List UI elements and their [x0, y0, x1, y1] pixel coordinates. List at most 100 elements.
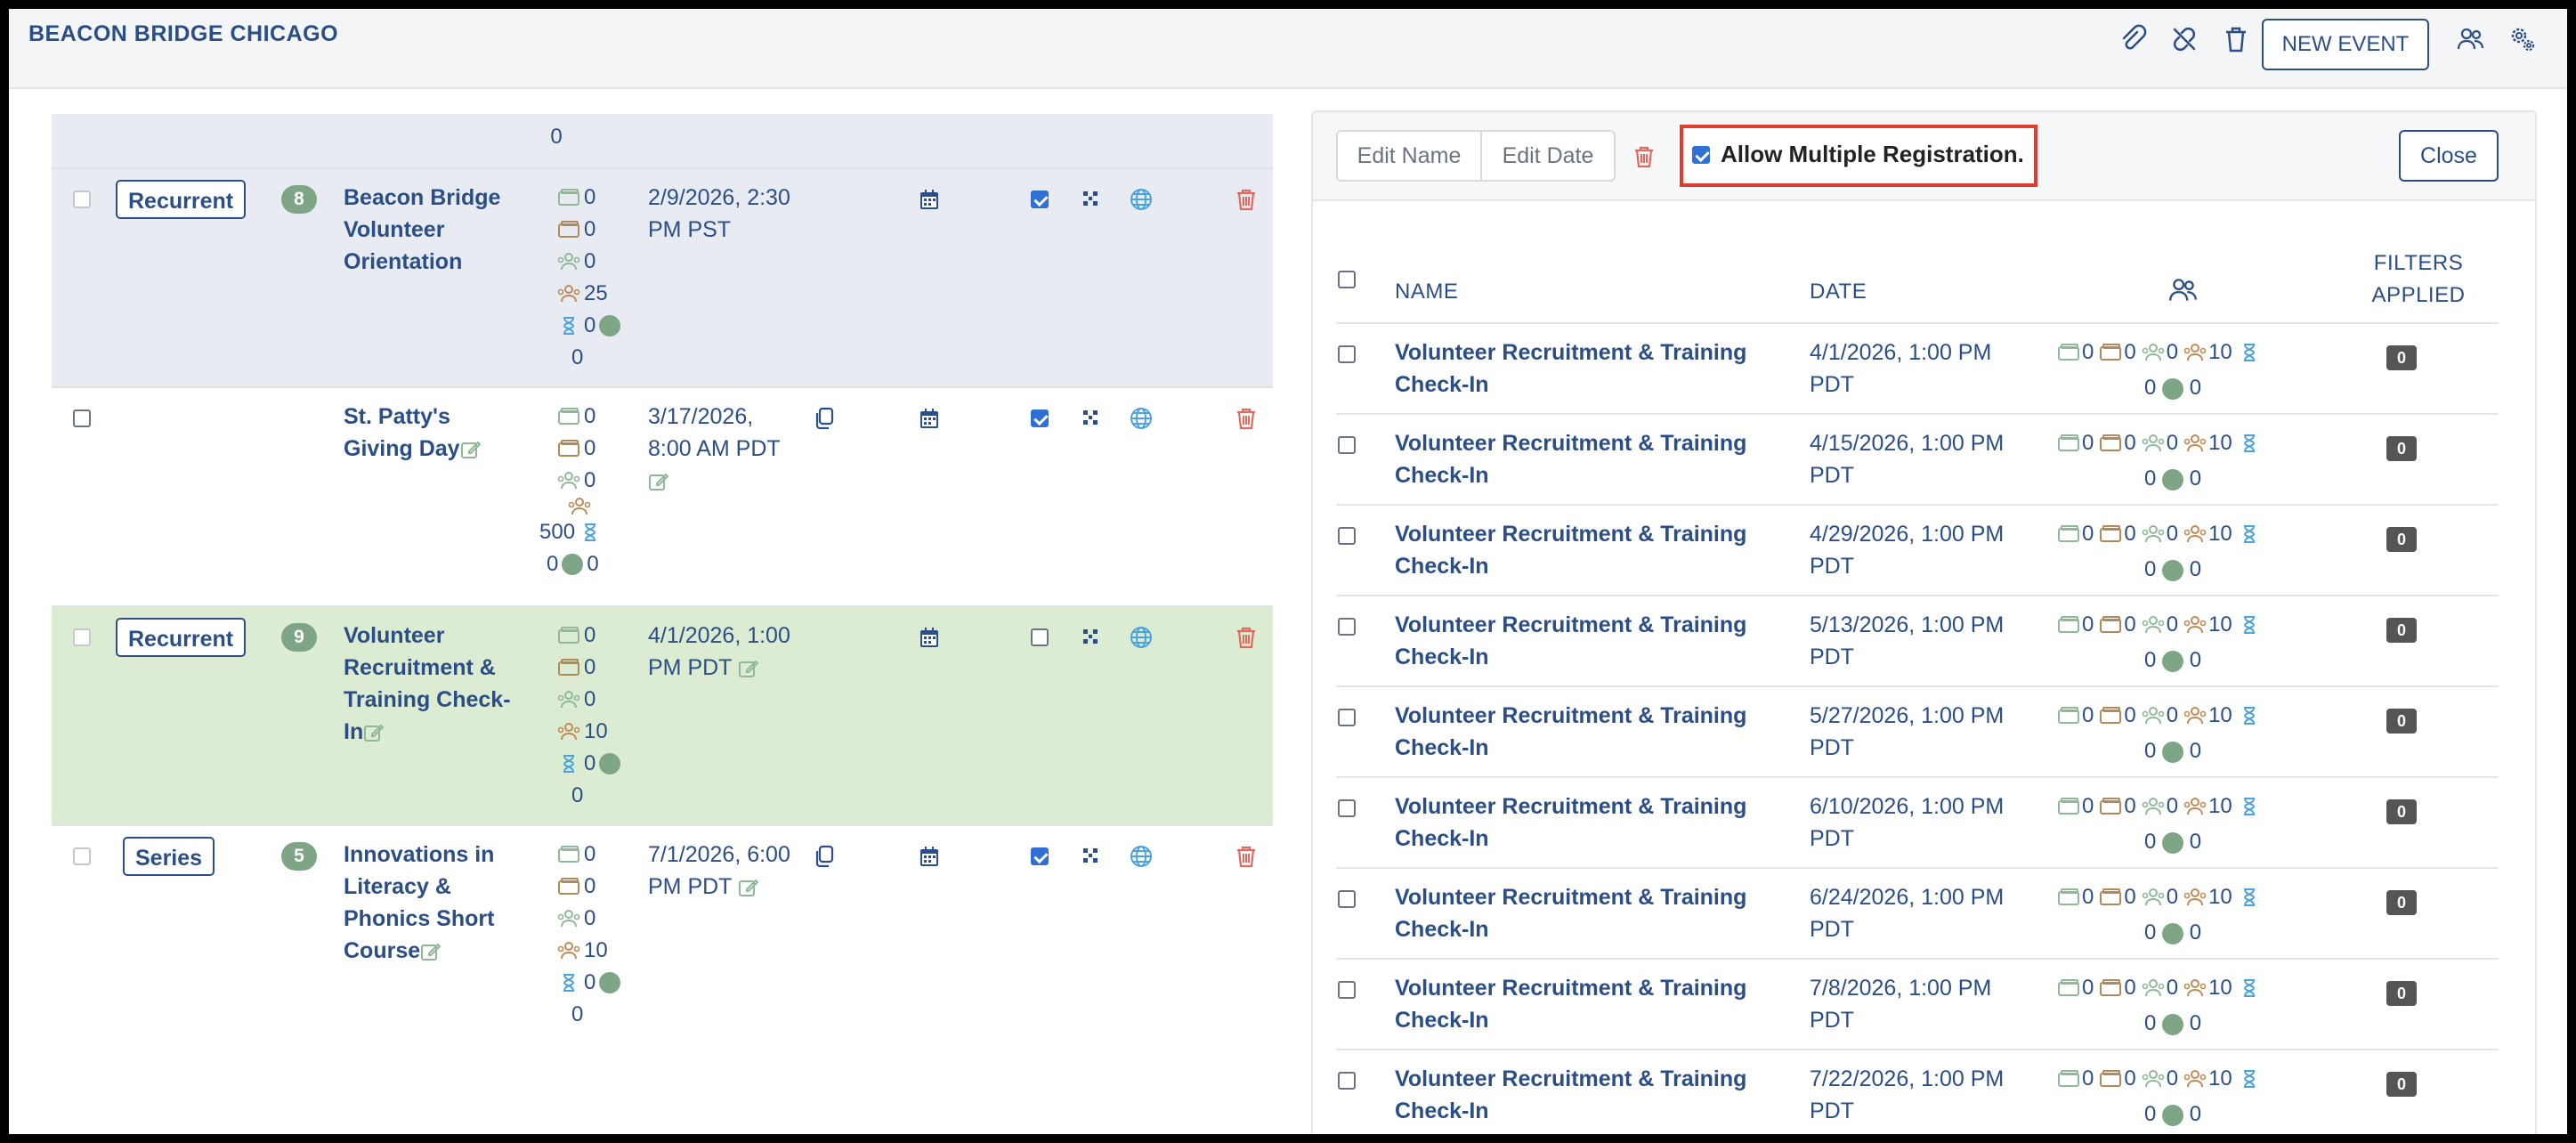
occurrence-name-link[interactable]: Volunteer Recruitment & Training Check-I…	[1395, 427, 1786, 491]
occurrence-row: Volunteer Recruitment & Training Check-I…	[1336, 958, 2499, 1049]
event-name-text[interactable]: St. Patty's Giving Day	[344, 404, 460, 461]
globe-icon[interactable]	[1127, 842, 1155, 871]
occurrence-name-link[interactable]: Volunteer Recruitment & Training Check-I…	[1395, 518, 1786, 582]
edit-icon[interactable]	[363, 722, 385, 743]
column-header-name[interactable]: NAME	[1395, 280, 1458, 304]
calendar-icon[interactable]	[915, 623, 944, 652]
calendar-icon[interactable]	[915, 404, 944, 433]
stat-value: 0	[2166, 794, 2179, 818]
qr-grid-icon[interactable]	[1077, 185, 1106, 214]
trash-icon[interactable]	[2216, 20, 2256, 59]
waitlist-hourglass-icon	[2238, 1069, 2261, 1089]
event-name-link[interactable]: St. Patty's Giving Day	[344, 401, 495, 465]
qr-grid-icon[interactable]	[1077, 404, 1106, 433]
event-name-link[interactable]: Volunteer Recruitment & Training Check-I…	[344, 620, 522, 748]
occurrence-checkbox[interactable]	[1338, 981, 1356, 999]
delete-occurrences-trash-icon[interactable]	[1630, 142, 1658, 171]
event-name-text[interactable]: Innovations in Literacy & Phonics Short …	[344, 842, 494, 963]
stat-value: 500	[539, 520, 576, 544]
qr-grid-icon[interactable]	[1077, 623, 1106, 652]
edit-name-button[interactable]: Edit Name	[1336, 130, 1482, 182]
filters-count-badge: 0	[2386, 527, 2417, 552]
ticket-stack-icon	[2099, 615, 2122, 635]
ticket-icon	[2057, 434, 2080, 453]
event-type-tag: Series	[123, 837, 215, 876]
stat-value: 10	[2208, 794, 2232, 818]
row-select-checkbox[interactable]	[73, 847, 91, 865]
edit-icon[interactable]	[460, 439, 482, 460]
attachment-icon[interactable]	[2113, 20, 2152, 59]
occurrence-date: 6/24/2026, 1:00 PM PDT	[1810, 885, 2005, 942]
row-select-checkbox[interactable]	[73, 190, 91, 208]
occurrence-stats: 0 0 0 10 0 0	[2057, 881, 2324, 949]
users-icon[interactable]	[2451, 20, 2491, 59]
occurrence-count-badge: 8	[281, 185, 317, 214]
occurrence-name-link[interactable]: Volunteer Recruitment & Training Check-I…	[1395, 881, 1786, 945]
column-header-date[interactable]: DATE	[1810, 280, 1867, 304]
delete-trash-icon[interactable]	[1232, 404, 1260, 433]
allow-multiple-registration-label[interactable]: Allow Multiple Registration.	[1721, 141, 2024, 168]
globe-icon[interactable]	[1127, 623, 1155, 652]
publish-checkbox[interactable]	[1031, 190, 1049, 208]
app-window: BEACON BRIDGE CHICAGO NEW EVENT 0 Recurr…	[9, 9, 2567, 1134]
qr-grid-icon[interactable]	[1077, 842, 1106, 871]
occurrence-name-link[interactable]: Volunteer Recruitment & Training Check-I…	[1395, 336, 1786, 401]
row-select-checkbox[interactable]	[73, 628, 91, 646]
stat-value: 10	[2208, 340, 2232, 364]
calendar-icon[interactable]	[915, 185, 944, 214]
waitlist-hourglass-icon	[557, 316, 580, 336]
occurrence-checkbox[interactable]	[1338, 345, 1356, 363]
capacity-icon	[2183, 343, 2207, 362]
select-all-checkbox[interactable]	[1338, 271, 1356, 288]
occurrence-name-link[interactable]: Volunteer Recruitment & Training Check-I…	[1395, 609, 1786, 673]
occurrence-date: 5/13/2026, 1:00 PM PDT	[1810, 612, 2005, 669]
registrants-icon	[2142, 434, 2165, 453]
filters-count-badge: 0	[2386, 1072, 2417, 1097]
settings-gears-icon[interactable]	[2503, 20, 2542, 59]
row-select-checkbox[interactable]	[73, 409, 91, 427]
occurrence-name-link[interactable]: Volunteer Recruitment & Training Check-I…	[1395, 972, 1786, 1036]
calendar-icon[interactable]	[915, 842, 944, 871]
delete-trash-icon[interactable]	[1232, 842, 1260, 871]
globe-icon[interactable]	[1127, 404, 1155, 433]
delete-trash-icon[interactable]	[1232, 185, 1260, 214]
occurrence-checkbox[interactable]	[1338, 709, 1356, 726]
edit-icon[interactable]	[738, 658, 759, 679]
delete-trash-icon[interactable]	[1232, 623, 1260, 652]
edit-date-button[interactable]: Edit Date	[1480, 130, 1616, 182]
new-event-button[interactable]: NEW EVENT	[2262, 19, 2429, 70]
copy-icon[interactable]	[810, 404, 838, 433]
stat-value: 0	[584, 842, 596, 866]
registrants-icon	[557, 909, 580, 928]
allow-multiple-registration-checkbox[interactable]	[1692, 146, 1710, 164]
occurrence-name-link[interactable]: Volunteer Recruitment & Training Check-I…	[1395, 790, 1786, 855]
event-name-link[interactable]: Beacon Bridge Volunteer Orientation	[344, 182, 522, 278]
occurrence-checkbox[interactable]	[1338, 1072, 1356, 1090]
occurrence-checkbox[interactable]	[1338, 890, 1356, 908]
stat-value: 10	[2208, 885, 2232, 909]
capacity-icon	[2183, 978, 2207, 998]
occurrence-checkbox[interactable]	[1338, 527, 1356, 545]
waitlist-hourglass-icon	[2238, 434, 2261, 453]
occurrence-name-link[interactable]: Volunteer Recruitment & Training Check-I…	[1395, 1063, 1786, 1127]
edit-icon[interactable]	[648, 471, 669, 492]
column-header-filters[interactable]: FILTERS APPLIED	[2365, 247, 2472, 312]
registrants-icon	[2142, 343, 2165, 362]
unlink-icon[interactable]	[2165, 20, 2204, 59]
globe-icon[interactable]	[1127, 185, 1155, 214]
occurrence-checkbox[interactable]	[1338, 618, 1356, 636]
copy-icon[interactable]	[810, 842, 838, 871]
occurrence-checkbox[interactable]	[1338, 799, 1356, 817]
close-panel-button[interactable]: Close	[2399, 130, 2499, 182]
stat-value: 0	[2166, 522, 2179, 546]
ticket-icon	[2057, 706, 2080, 726]
event-name-link[interactable]: Innovations in Literacy & Phonics Short …	[344, 839, 522, 967]
publish-checkbox[interactable]	[1031, 628, 1049, 646]
occurrence-name-link[interactable]: Volunteer Recruitment & Training Check-I…	[1395, 700, 1786, 764]
publish-checkbox[interactable]	[1031, 409, 1049, 427]
stat-value: 0	[584, 404, 596, 428]
occurrence-checkbox[interactable]	[1338, 436, 1356, 454]
edit-icon[interactable]	[420, 941, 441, 962]
edit-icon[interactable]	[738, 877, 759, 898]
publish-checkbox[interactable]	[1031, 847, 1049, 865]
